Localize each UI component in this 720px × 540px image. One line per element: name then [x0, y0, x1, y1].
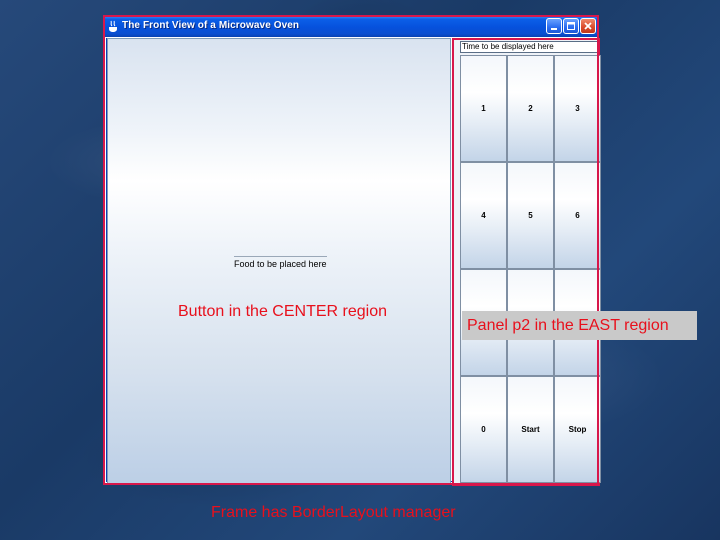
key-4[interactable]: 4	[460, 162, 507, 269]
close-button[interactable]	[580, 18, 596, 34]
java-cup-icon	[108, 20, 119, 33]
start-button[interactable]: Start	[507, 376, 554, 483]
food-button[interactable]: Food to be placed here	[107, 38, 451, 484]
layout-caption: Frame has BorderLayout manager	[211, 504, 456, 521]
stop-button[interactable]: Stop	[554, 376, 601, 483]
close-icon	[584, 22, 592, 30]
east-region-callout: Panel p2 in the EAST region	[462, 311, 697, 340]
center-region-callout: Button in the CENTER region	[178, 303, 387, 320]
key-1[interactable]: 1	[460, 55, 507, 162]
minimize-icon	[551, 28, 557, 30]
keypad: 1 2 3 4 5 6 7 8 9 0 Start Stop	[460, 55, 601, 483]
key-5[interactable]: 5	[507, 162, 554, 269]
key-0[interactable]: 0	[460, 376, 507, 483]
content-pane: Food to be placed here Time to be displa…	[106, 38, 601, 486]
window-title: The Front View of a Microwave Oven	[122, 20, 300, 31]
key-3[interactable]: 3	[554, 55, 601, 162]
microwave-window: The Front View of a Microwave Oven Food …	[103, 15, 601, 486]
minimize-button[interactable]	[546, 18, 562, 34]
east-panel-p2: Time to be displayed here 1 2 3 4 5 6 7 …	[452, 38, 601, 486]
title-bar[interactable]: The Front View of a Microwave Oven	[104, 16, 597, 37]
maximize-icon	[567, 22, 575, 30]
food-button-label: Food to be placed here	[234, 256, 327, 269]
key-2[interactable]: 2	[507, 55, 554, 162]
key-6[interactable]: 6	[554, 162, 601, 269]
time-display-field[interactable]: Time to be displayed here	[460, 41, 598, 53]
maximize-button[interactable]	[563, 18, 579, 34]
